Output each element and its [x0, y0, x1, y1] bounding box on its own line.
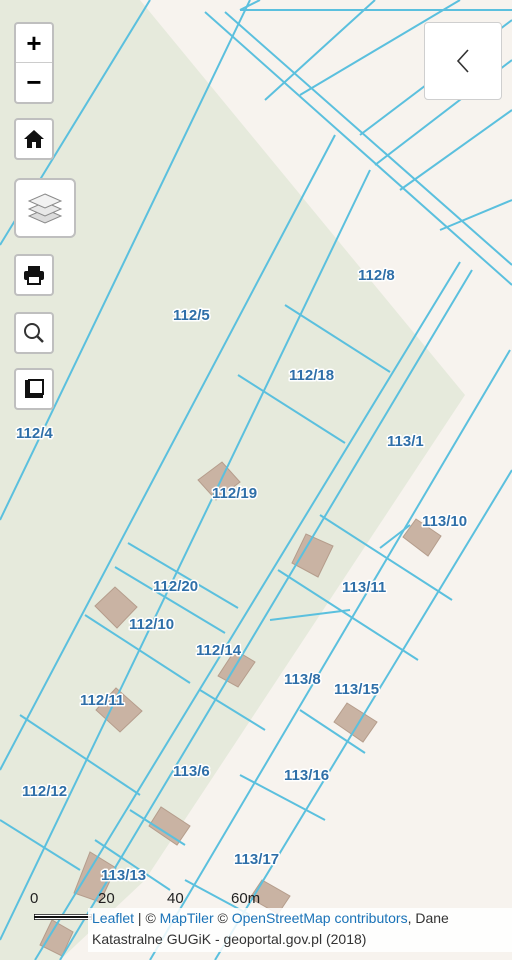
openstreetmap-link[interactable]: OpenStreetMap contributors — [232, 910, 408, 926]
scale-tick: 20 — [98, 890, 115, 907]
attribution-separator: © — [213, 910, 232, 926]
search-icon — [16, 314, 52, 352]
zoom-out-button[interactable]: − — [16, 63, 52, 101]
parcel-label: 112/10 — [129, 616, 174, 633]
leaflet-link[interactable]: Leaflet — [92, 910, 134, 926]
ruler-icon — [16, 370, 52, 408]
map-attribution: Leaflet | © MapTiler © OpenStreetMap con… — [88, 908, 512, 952]
parcel-label: 112/19 — [212, 485, 257, 502]
parcel-label: 113/16 — [284, 767, 329, 784]
parcel-label: 113/17 — [234, 851, 279, 868]
measure-button[interactable] — [14, 368, 54, 410]
parcel-label: 113/11 — [342, 579, 386, 596]
scale-tick: 0 — [30, 890, 39, 907]
parcel-label: 113/8 — [284, 671, 321, 688]
parcel-label: 112/5 — [173, 307, 210, 324]
scale-bar-graphic — [34, 914, 92, 920]
parcel-label: 113/10 — [422, 513, 467, 530]
search-button[interactable] — [14, 312, 54, 354]
maptiler-link[interactable]: MapTiler — [160, 910, 214, 926]
scale-tick: 60m — [231, 890, 261, 907]
chevron-left-icon — [456, 49, 469, 73]
parcel-label: 112/4 — [16, 425, 53, 442]
panel-toggle-button[interactable] — [424, 22, 502, 100]
print-button[interactable] — [14, 254, 54, 296]
home-button[interactable] — [14, 118, 54, 160]
scale-tick: 40 — [167, 890, 184, 907]
parcel-label: 113/6 — [173, 763, 210, 780]
parcel-label: 112/18 — [289, 367, 334, 384]
parcel-label: 112/14 — [196, 642, 242, 659]
parcel-label: 113/1 — [387, 433, 424, 450]
parcel-label: 112/11 — [80, 692, 124, 709]
layers-button[interactable] — [14, 178, 76, 238]
parcel-label: 112/20 — [153, 578, 198, 595]
parcel-label: 112/12 — [22, 783, 67, 800]
zoom-control: + − — [14, 22, 54, 104]
zoom-in-button[interactable]: + — [16, 24, 52, 63]
parcel-label: 113/13 — [101, 867, 146, 884]
parcel-label: 113/15 — [334, 681, 379, 698]
printer-icon — [16, 256, 52, 294]
parcel-label: 112/8 — [358, 267, 395, 284]
layers-icon — [16, 180, 74, 236]
map-canvas[interactable]: 112/4 112/5 112/8 112/18 113/1 112/19 113/10 11… — [0, 0, 512, 960]
home-icon — [16, 120, 52, 158]
attribution-separator: | © — [134, 910, 160, 926]
